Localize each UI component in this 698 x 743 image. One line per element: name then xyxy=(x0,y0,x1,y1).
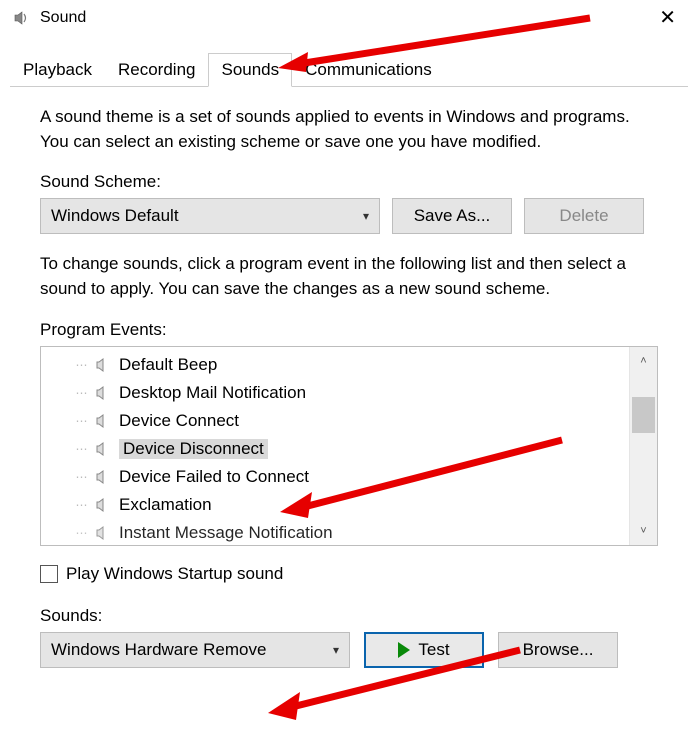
sounds-label: Sounds: xyxy=(40,606,658,626)
speaker-icon xyxy=(12,8,32,28)
tab-sounds[interactable]: Sounds xyxy=(208,53,292,87)
scroll-thumb[interactable] xyxy=(632,397,655,433)
description-text: A sound theme is a set of sounds applied… xyxy=(40,105,658,154)
scroll-track[interactable] xyxy=(630,375,657,517)
program-events-label: Program Events: xyxy=(40,320,658,340)
program-events-listbox: ⋯ Default Beep ⋯ Desktop Mail Notificati… xyxy=(40,346,658,546)
tree-connector: ⋯ xyxy=(71,526,93,540)
tab-content: A sound theme is a set of sounds applied… xyxy=(0,87,698,668)
speaker-icon xyxy=(93,383,113,403)
tab-communications[interactable]: Communications xyxy=(292,53,445,87)
sound-scheme-dropdown[interactable]: Windows Default ▾ xyxy=(40,198,380,234)
events-list[interactable]: ⋯ Default Beep ⋯ Desktop Mail Notificati… xyxy=(41,347,629,545)
tab-strip: Playback Recording Sounds Communications xyxy=(10,52,688,87)
sounds-row: Windows Hardware Remove ▾ Test Browse... xyxy=(40,632,658,668)
speaker-icon xyxy=(93,523,113,543)
list-item[interactable]: ⋯ Exclamation xyxy=(41,491,629,519)
startup-sound-checkbox-row[interactable]: Play Windows Startup sound xyxy=(40,564,658,584)
chevron-down-icon: ▾ xyxy=(333,643,339,657)
tree-connector: ⋯ xyxy=(71,498,93,512)
list-item[interactable]: ⋯ Desktop Mail Notification xyxy=(41,379,629,407)
list-item[interactable]: ⋯ Default Beep xyxy=(41,351,629,379)
tree-connector: ⋯ xyxy=(71,358,93,372)
tree-connector: ⋯ xyxy=(71,386,93,400)
change-hint-text: To change sounds, click a program event … xyxy=(40,252,658,301)
sound-value: Windows Hardware Remove xyxy=(51,640,266,660)
tree-connector: ⋯ xyxy=(71,442,93,456)
tree-connector: ⋯ xyxy=(71,470,93,484)
speaker-icon xyxy=(93,439,113,459)
chevron-down-icon: ▾ xyxy=(363,209,369,223)
play-icon xyxy=(398,642,410,658)
scheme-label: Sound Scheme: xyxy=(40,172,658,192)
test-button[interactable]: Test xyxy=(364,632,484,668)
checkbox[interactable] xyxy=(40,565,58,583)
scheme-row: Windows Default ▾ Save As... Delete xyxy=(40,198,658,234)
scroll-down-icon[interactable]: ˅ xyxy=(630,517,657,545)
window-title: Sound xyxy=(40,9,649,27)
speaker-icon xyxy=(93,495,113,515)
save-as-button[interactable]: Save As... xyxy=(392,198,512,234)
sound-file-dropdown[interactable]: Windows Hardware Remove ▾ xyxy=(40,632,350,668)
browse-button[interactable]: Browse... xyxy=(498,632,618,668)
speaker-icon xyxy=(93,467,113,487)
tree-connector: ⋯ xyxy=(71,414,93,428)
tab-playback[interactable]: Playback xyxy=(10,53,105,87)
list-item[interactable]: ⋯ Instant Message Notification xyxy=(41,519,629,545)
close-button[interactable]: ✕ xyxy=(649,4,686,32)
scrollbar[interactable]: ˄ ˅ xyxy=(629,347,657,545)
list-item[interactable]: ⋯ Device Failed to Connect xyxy=(41,463,629,491)
delete-button: Delete xyxy=(524,198,644,234)
titlebar: Sound ✕ xyxy=(0,0,698,36)
scroll-up-icon[interactable]: ˄ xyxy=(630,347,657,375)
tab-recording[interactable]: Recording xyxy=(105,53,209,87)
startup-sound-label: Play Windows Startup sound xyxy=(66,564,283,584)
speaker-icon xyxy=(93,355,113,375)
speaker-icon xyxy=(93,411,113,431)
list-item-selected[interactable]: ⋯ Device Disconnect xyxy=(41,435,629,463)
scheme-value: Windows Default xyxy=(51,206,179,226)
list-item[interactable]: ⋯ Device Connect xyxy=(41,407,629,435)
